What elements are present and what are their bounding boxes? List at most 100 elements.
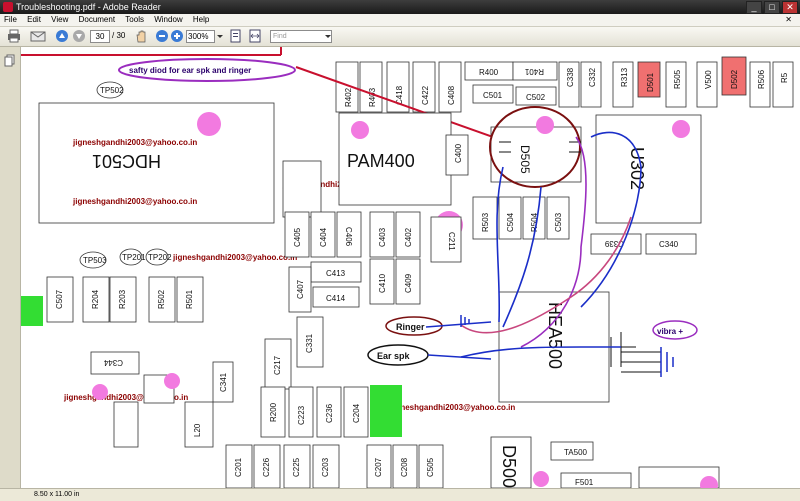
- label-c332: C332: [588, 67, 597, 87]
- label-ta500: F501: [575, 478, 594, 487]
- label-c207: C208: [400, 457, 409, 477]
- label-c503: C503: [554, 212, 563, 232]
- label-r505: R505: [673, 69, 682, 89]
- label-c201: C226: [262, 457, 271, 477]
- label-c501: C501: [483, 91, 503, 100]
- label-d502: D502: [730, 69, 739, 89]
- find-dropdown-icon[interactable]: [324, 29, 332, 43]
- menu-window[interactable]: Window: [154, 15, 182, 24]
- menu-help[interactable]: Help: [193, 15, 209, 24]
- find-input[interactable]: Find: [270, 30, 332, 43]
- label-r204: R204: [91, 289, 100, 309]
- label-r403: R403: [368, 87, 377, 107]
- label-c204: C201: [234, 457, 243, 477]
- label-tp502: TP502: [100, 86, 124, 95]
- close-button[interactable]: ✕: [782, 1, 798, 14]
- label-r203: R203: [118, 289, 127, 309]
- email-watermark-6: jigneshgandhi2003@yahoo.co.in: [390, 403, 515, 412]
- label-c410: C410: [378, 273, 387, 293]
- menu-file[interactable]: File: [4, 15, 17, 24]
- menu-bar: File Edit View Document Tools Window Hel…: [0, 14, 800, 27]
- hand-tool-icon[interactable]: [134, 29, 148, 43]
- label-pam400: PAM400: [347, 151, 415, 171]
- minimize-button[interactable]: _: [746, 1, 762, 14]
- fit-page-icon[interactable]: [228, 29, 242, 43]
- label-ta400: C211: [447, 232, 456, 251]
- zoom-select[interactable]: 300%: [186, 30, 215, 43]
- page-size: 8.50 x 11.00 in: [34, 491, 80, 498]
- zoom-out-icon[interactable]: [155, 29, 169, 43]
- zoom-dropdown-icon[interactable]: [216, 29, 224, 43]
- pages-panel-icon[interactable]: [4, 54, 16, 68]
- label-r400: R400: [479, 68, 499, 77]
- label-c504: C504: [506, 212, 515, 232]
- annotation-text: safty diod for ear spk and ringer: [129, 66, 251, 75]
- label-d505: D505: [518, 145, 532, 174]
- document-view[interactable]: R402 R403 C418 C422 C408 R400 R401 C501 …: [21, 47, 800, 488]
- label-c502: C502: [526, 93, 546, 102]
- label-c400: C400: [454, 143, 463, 163]
- email-watermark-2: jigneshgandhi2003@yahoo.co.in: [72, 197, 197, 206]
- label-c407: C407: [296, 279, 305, 299]
- status-bar: 8.50 x 11.00 in: [0, 488, 800, 501]
- label-c338: C338: [566, 67, 575, 87]
- label-v500: V500: [704, 70, 713, 89]
- label-c422: C422: [421, 85, 430, 105]
- menu-tools[interactable]: Tools: [125, 15, 144, 24]
- print-icon[interactable]: [6, 29, 22, 43]
- next-page-icon[interactable]: [72, 29, 86, 43]
- label-tp503: TP503: [83, 256, 107, 265]
- label-c211: C217: [273, 355, 282, 375]
- zoom-in-icon[interactable]: [170, 29, 184, 43]
- label-c344: C341: [219, 372, 228, 392]
- label-c403: C403: [378, 227, 387, 247]
- label-r200: C223: [297, 405, 306, 425]
- label-d500: D500: [499, 445, 519, 488]
- label-l20: R200: [269, 402, 278, 422]
- label-c505: TA500: [564, 448, 588, 457]
- ground-symbol-2: [660, 347, 674, 377]
- menu-document[interactable]: Document: [79, 15, 115, 24]
- component-r5: [772, 61, 794, 108]
- label-hdc501: HDC501: [92, 151, 161, 171]
- label-r506: R506: [757, 69, 766, 89]
- test-pad: [197, 112, 221, 136]
- component-c30: [113, 401, 139, 448]
- maximize-button[interactable]: □: [764, 1, 780, 14]
- toolbar: 30 / 30 300% Find: [0, 27, 800, 47]
- label-c408: C408: [447, 85, 456, 105]
- menu-edit[interactable]: Edit: [27, 15, 41, 24]
- email-watermark-4: jigneshgandhi2003@yahoo.co.in: [172, 253, 297, 262]
- label-r5: R5: [780, 72, 789, 83]
- title-bar: Troubleshooting.pdf - Adobe Reader _ □ ✕: [0, 0, 800, 14]
- label-c404: C404: [319, 227, 328, 247]
- label-c413: C413: [326, 269, 346, 278]
- label-c405: C405: [293, 227, 302, 247]
- label-c236: C204: [352, 403, 361, 423]
- label-r503: R503: [481, 212, 490, 232]
- label-d501: D501: [646, 72, 655, 92]
- component-block: [282, 160, 322, 218]
- page-number-input[interactable]: 30: [90, 30, 110, 43]
- label-c203: C207: [374, 457, 383, 477]
- menu-view[interactable]: View: [51, 15, 68, 24]
- document-close-icon[interactable]: ✕: [785, 14, 792, 26]
- label-c414: C414: [326, 294, 346, 303]
- label-tp201: TP201: [122, 253, 146, 262]
- label-c406: C406: [344, 227, 353, 247]
- navigation-pane: [0, 47, 21, 488]
- label-c409: C409: [404, 273, 413, 293]
- fit-width-icon[interactable]: [248, 29, 262, 43]
- vibra-label: vibra +: [657, 327, 683, 336]
- label-c341: L20: [193, 423, 202, 437]
- component-ta500: [560, 472, 632, 488]
- label-c208: C505: [426, 457, 435, 477]
- window-controls: _ □ ✕: [746, 1, 798, 14]
- page-total: / 30: [112, 31, 126, 40]
- ringer-label: Ringer: [396, 322, 425, 332]
- pcb-schematic: R402 R403 C418 C422 C408 R400 R401 C501 …: [21, 47, 794, 488]
- ear-spk-label: Ear spk: [377, 351, 411, 361]
- email-icon[interactable]: [30, 29, 46, 43]
- previous-page-icon[interactable]: [55, 29, 69, 43]
- green-pad-center: [370, 385, 402, 437]
